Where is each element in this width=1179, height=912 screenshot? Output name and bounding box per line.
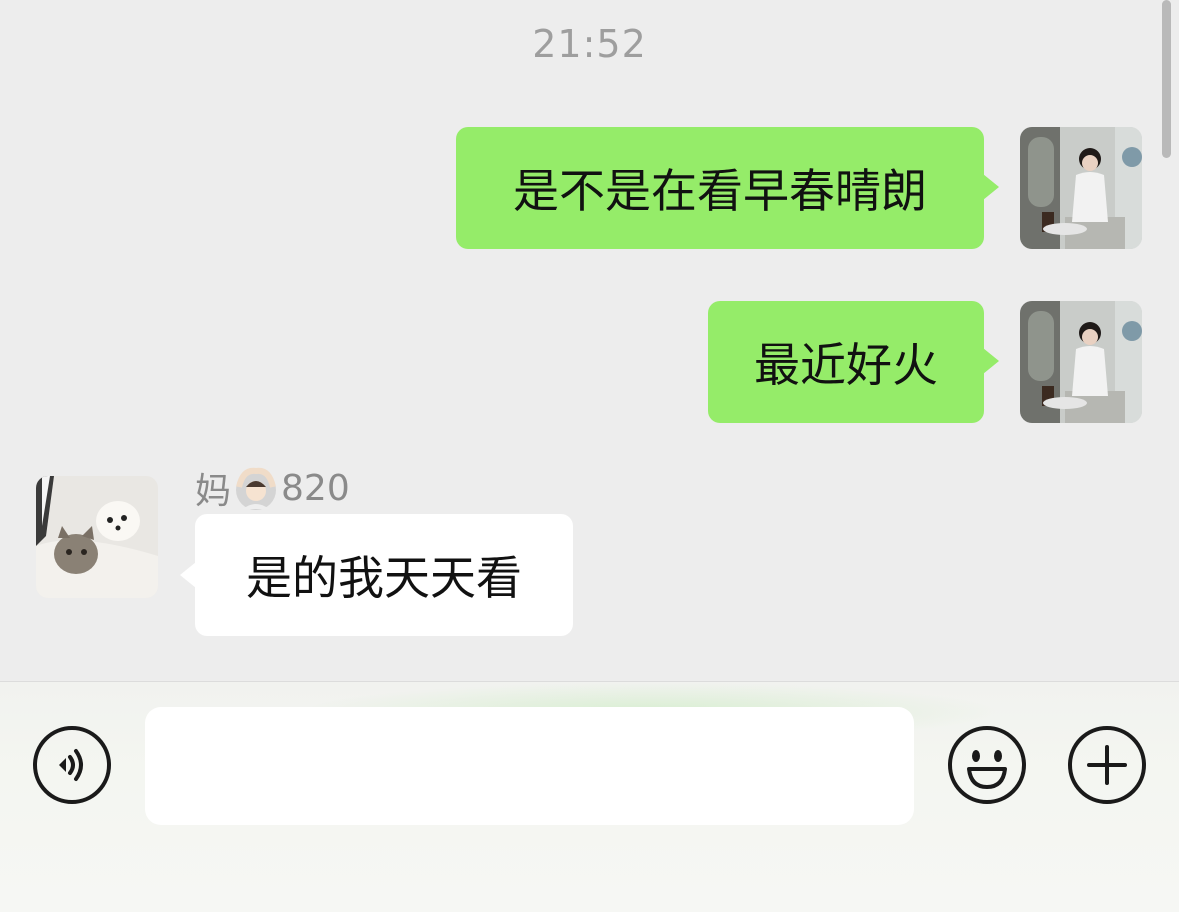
bubble-tail — [983, 174, 999, 200]
bubble-tail — [180, 562, 196, 588]
sender-name: 妈 820 — [195, 462, 350, 514]
avatar-photo — [1020, 301, 1142, 423]
plus-icon — [1068, 726, 1146, 804]
bubble-tail — [983, 348, 999, 374]
voice-button[interactable] — [32, 725, 112, 805]
input-bar — [0, 681, 1179, 912]
message-text: 是不是在看早春晴朗 — [513, 164, 927, 218]
my-avatar[interactable] — [1020, 301, 1142, 423]
contact-avatar[interactable] — [36, 476, 158, 598]
message-bubble-received[interactable]: 是的我天天看 — [195, 514, 573, 636]
message-bubble-sent[interactable]: 是不是在看早春晴朗 — [456, 127, 984, 249]
avatar-photo — [1020, 127, 1142, 249]
chat-area[interactable]: 21:52 是不是在看早春晴朗 最近好火 妈 820 是的我天天看 — [0, 0, 1179, 681]
message-input[interactable] — [145, 707, 914, 825]
voice-icon — [33, 726, 111, 804]
sender-name-text: 妈 — [195, 471, 232, 512]
emoji-button[interactable] — [947, 725, 1027, 805]
sender-name-suffix: 820 — [281, 467, 350, 509]
avatar-photo — [36, 476, 158, 598]
message-timestamp: 21:52 — [532, 22, 647, 66]
message-bubble-sent[interactable]: 最近好火 — [708, 301, 984, 423]
message-text: 最近好火 — [754, 338, 938, 392]
more-button[interactable] — [1067, 725, 1147, 805]
smiley-icon — [948, 726, 1026, 804]
person-gesturing-ok-emoji — [236, 467, 277, 510]
my-avatar[interactable] — [1020, 127, 1142, 249]
message-text: 是的我天天看 — [246, 551, 522, 605]
